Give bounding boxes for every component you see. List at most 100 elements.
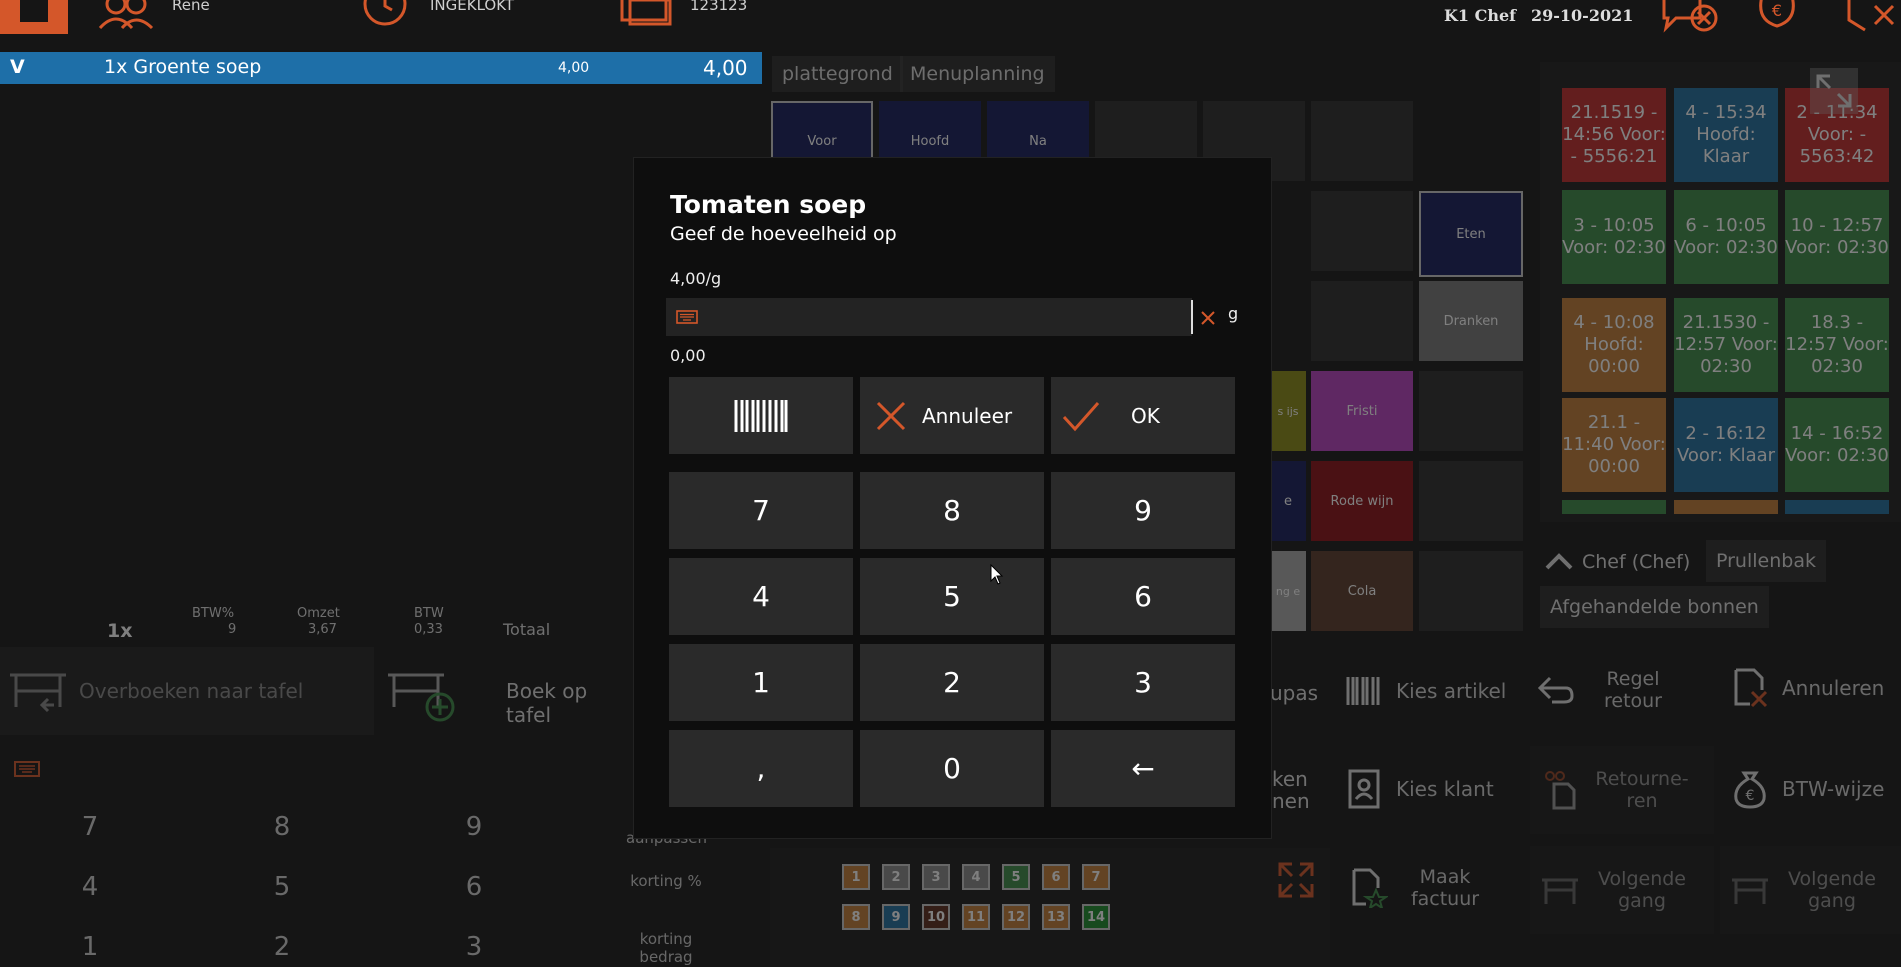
bg-key[interactable]: 3 — [444, 932, 504, 962]
transfer-label: Overboeken naar tafel — [79, 679, 304, 703]
trash-button[interactable]: Prullenbak — [1706, 540, 1826, 582]
key-7[interactable]: 7 — [669, 472, 853, 549]
money-bag-icon: € — [1734, 771, 1766, 809]
mini-table[interactable]: 2 — [882, 864, 910, 890]
tile-e[interactable]: e — [1270, 461, 1306, 541]
order-card[interactable]: 21.1519 - 14:56 Voor: - 5556:21 — [1562, 88, 1666, 182]
discount-amount-button[interactable]: korting bedrag — [626, 930, 706, 966]
fullscreen-icon[interactable] — [1276, 860, 1316, 900]
mini-table[interactable]: 8 — [842, 904, 870, 930]
tab-menuplanning[interactable]: Menuplanning — [900, 56, 1055, 92]
mini-table[interactable]: 4 — [962, 864, 990, 890]
key-1[interactable]: 1 — [669, 644, 853, 721]
order-card[interactable]: 4 - 10:08 Hoofd: 00:00 — [1562, 298, 1666, 392]
order-card[interactable]: 10 - 12:57 Voor: 02:30 — [1785, 190, 1889, 284]
next-course-button[interactable]: Volgende gang — [1530, 846, 1714, 934]
tile-eten[interactable]: Eten — [1419, 191, 1523, 277]
key-comma[interactable]: , — [669, 730, 853, 807]
tile-ng[interactable]: ng e — [1270, 551, 1306, 631]
mini-table[interactable]: 1 — [842, 864, 870, 890]
order-card[interactable]: 21.1 - 11:40 Voor: 00:00 — [1562, 398, 1666, 492]
discount-pct-button[interactable]: korting % — [626, 872, 706, 890]
return-line-button[interactable]: Regel retour — [1536, 668, 1706, 712]
quantity-input[interactable] — [666, 298, 1192, 336]
table-add-icon — [388, 673, 455, 722]
next-course-button-2[interactable]: Volgende gang — [1720, 846, 1901, 934]
mini-table[interactable]: 3 — [922, 864, 950, 890]
bg-key[interactable]: 5 — [252, 872, 312, 902]
expand-icon[interactable] — [1810, 68, 1858, 114]
mini-table[interactable]: 14 — [1082, 904, 1110, 930]
money-bag-icon[interactable]: € — [1752, 0, 1802, 34]
home-icon[interactable] — [0, 0, 68, 34]
cancel-button[interactable]: Annuleer — [860, 377, 1044, 454]
refund-button[interactable]: Retourne-ren — [1530, 746, 1714, 834]
chef-filter-button[interactable]: Chef (Chef) — [1540, 540, 1706, 584]
key-0[interactable]: 0 — [860, 730, 1044, 807]
svg-text:€: € — [1772, 1, 1782, 20]
tile-ijs[interactable]: s ijs — [1270, 371, 1306, 451]
book-on-table-button[interactable]: Boek op tafel — [378, 647, 634, 735]
key-backspace[interactable]: ← — [1051, 730, 1235, 807]
exit-icon[interactable] — [1845, 0, 1901, 34]
bg-key[interactable]: 6 — [444, 872, 504, 902]
order-line[interactable]: V 1x Groente soep 4,00 4,00 — [0, 52, 762, 84]
tab-plattegrond[interactable]: plattegrond — [772, 56, 903, 92]
choose-article-button[interactable]: Kies artikel — [1344, 671, 1506, 711]
mouse-cursor-icon — [990, 564, 1004, 585]
book-label: Boek op tafel — [506, 679, 588, 727]
mini-table[interactable]: 9 — [882, 904, 910, 930]
tile-cola[interactable]: Cola — [1311, 551, 1413, 631]
choose-client-button[interactable]: Kies klant — [1344, 769, 1494, 809]
mini-table[interactable]: 6 — [1042, 864, 1070, 890]
tile-rode-wijn[interactable]: Rode wijn — [1311, 461, 1413, 541]
pas-label[interactable]: upas — [1270, 681, 1318, 705]
keyboard-icon[interactable] — [676, 310, 698, 324]
clock-icon[interactable] — [360, 0, 410, 30]
svg-text:€: € — [1746, 788, 1755, 804]
bg-key[interactable]: 8 — [252, 812, 312, 842]
mini-table[interactable]: 12 — [1002, 904, 1030, 930]
ok-button[interactable]: OK — [1051, 377, 1235, 454]
order-card[interactable]: 3 - 10:05 Voor: 02:30 — [1562, 190, 1666, 284]
mini-table[interactable]: 7 — [1082, 864, 1110, 890]
order-card[interactable]: 4 - 15:34 Hoofd: Klaar — [1674, 88, 1778, 182]
keyboard-icon[interactable] — [14, 761, 40, 777]
ken-label[interactable]: ken nen — [1272, 768, 1310, 812]
tile-fristi[interactable]: Fristi — [1311, 371, 1413, 451]
summary-omzet-label: Omzet — [297, 606, 340, 621]
mini-table[interactable]: 11 — [962, 904, 990, 930]
tile-dranken[interactable]: Dranken — [1419, 281, 1523, 361]
order-card[interactable]: 14 - 16:52 Voor: 02:30 — [1785, 398, 1889, 492]
bg-key[interactable]: 4 — [60, 872, 120, 902]
mini-table[interactable]: 10 — [922, 904, 950, 930]
mini-table[interactable]: 5 — [1002, 864, 1030, 890]
cancel-order-button[interactable]: Annuleren — [1730, 668, 1884, 708]
users-icon[interactable] — [96, 0, 156, 30]
vat-mode-button[interactable]: € BTW-wijze — [1730, 769, 1884, 809]
key-3[interactable]: 3 — [1051, 644, 1235, 721]
key-5[interactable]: 5 — [860, 558, 1044, 635]
clear-input-icon[interactable] — [1198, 308, 1218, 328]
transfer-to-table-button[interactable]: Overboeken naar tafel — [0, 647, 374, 735]
bg-key[interactable]: 1 — [60, 932, 120, 962]
bg-key[interactable]: 9 — [444, 812, 504, 842]
key-9[interactable]: 9 — [1051, 472, 1235, 549]
mini-table[interactable]: 13 — [1042, 904, 1070, 930]
register-icon[interactable] — [618, 0, 674, 28]
order-card[interactable]: 18.3 - 12:57 Voor: 02:30 — [1785, 298, 1889, 392]
bg-key[interactable]: 7 — [60, 812, 120, 842]
order-card[interactable]: 21.1530 - 12:57 Voor: 02:30 — [1674, 298, 1778, 392]
key-6[interactable]: 6 — [1051, 558, 1235, 635]
handled-receipts-button[interactable]: Afgehandelde bonnen — [1540, 586, 1769, 628]
order-card[interactable]: 6 - 10:05 Voor: 02:30 — [1674, 190, 1778, 284]
bg-key[interactable]: 2 — [252, 932, 312, 962]
make-invoice-button[interactable]: Maak factuur — [1348, 866, 1518, 910]
key-8[interactable]: 8 — [860, 472, 1044, 549]
key-2[interactable]: 2 — [860, 644, 1044, 721]
message-cancel-icon[interactable] — [1660, 0, 1720, 36]
tile-empty — [1419, 551, 1523, 631]
order-card[interactable]: 2 - 16:12 Voor: Klaar — [1674, 398, 1778, 492]
barcode-button[interactable] — [669, 377, 853, 454]
key-4[interactable]: 4 — [669, 558, 853, 635]
